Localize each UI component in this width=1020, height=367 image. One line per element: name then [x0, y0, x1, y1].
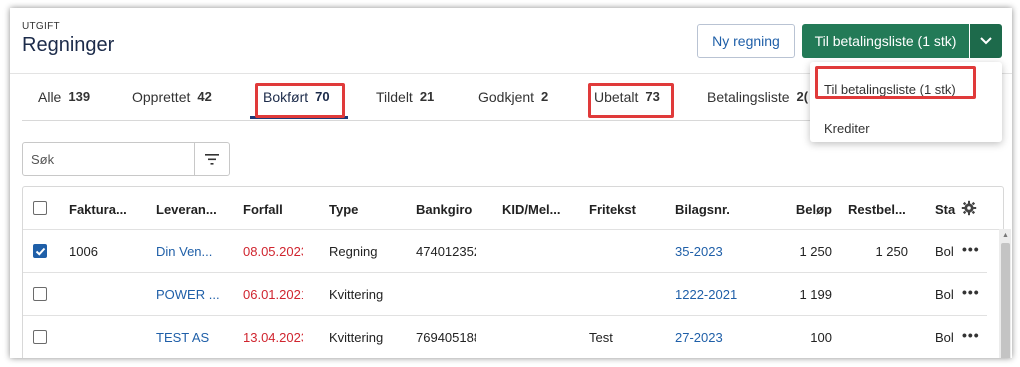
- column-header[interactable]: Restbel...: [848, 202, 918, 217]
- active-tab-indicator: [250, 116, 348, 119]
- cell-voucher-number[interactable]: 35-2023: [675, 244, 750, 259]
- tabs-divider: [22, 120, 810, 121]
- cell-supplier[interactable]: POWER ...: [156, 287, 231, 302]
- search-input[interactable]: Søk: [22, 142, 195, 176]
- column-header[interactable]: Faktura...: [69, 202, 139, 217]
- cell-due-date: 08.05.2023: [243, 244, 303, 259]
- column-header[interactable]: Sta: [935, 202, 957, 217]
- search-placeholder: Søk: [31, 151, 55, 167]
- tab-label: Tildelt: [376, 88, 413, 105]
- row-checkbox[interactable]: [33, 287, 47, 301]
- tab-count: 70: [315, 89, 330, 104]
- tab-bokfort[interactable]: Bokført 70: [263, 74, 330, 119]
- row-divider: [23, 315, 987, 316]
- tab-label: Opprettet: [132, 88, 191, 105]
- gear-icon[interactable]: [961, 200, 977, 216]
- checkmark-icon: [35, 247, 45, 256]
- column-header[interactable]: Bankgiro: [416, 202, 486, 217]
- tab-count: 21: [419, 89, 435, 104]
- cell-amount: 1 199: [799, 287, 832, 302]
- tab-godkjent[interactable]: Godkjent 2: [478, 74, 548, 119]
- cell-type: Regning: [329, 244, 378, 259]
- more-options-icon[interactable]: •••: [962, 284, 980, 300]
- row-checkbox[interactable]: [33, 244, 47, 258]
- cell-amount: 100: [810, 330, 832, 345]
- tab-label: Godkjent: [478, 88, 535, 105]
- more-options-icon[interactable]: •••: [962, 241, 980, 257]
- menu-item-credit[interactable]: Krediter: [824, 121, 870, 136]
- column-header[interactable]: KID/Mel...: [502, 202, 574, 217]
- column-header[interactable]: Fritekst: [589, 202, 659, 217]
- select-all-checkbox[interactable]: [33, 201, 47, 215]
- column-header[interactable]: Leveran...: [156, 202, 226, 217]
- page-eyebrow: UTGIFT: [22, 21, 60, 32]
- cell-supplier[interactable]: Din Ven...: [156, 244, 231, 259]
- cell-status: Bol: [935, 330, 954, 345]
- tab-label: Betalingsliste: [707, 88, 790, 105]
- column-header[interactable]: Forfall: [243, 202, 313, 217]
- cell-invoice-number: 1006: [69, 244, 98, 259]
- cell-amount: 1 250: [799, 244, 832, 259]
- row-divider: [23, 272, 987, 273]
- page-title: Regninger: [22, 34, 115, 56]
- cell-voucher-number[interactable]: 1222-2021: [675, 287, 750, 302]
- cell-type: Kvittering: [329, 330, 384, 345]
- column-header[interactable]: Type: [329, 202, 399, 217]
- column-header[interactable]: Bilagsnr.: [675, 202, 745, 217]
- scroll-up-icon[interactable]: ▲: [1002, 232, 1009, 239]
- tab-label: Bokført: [263, 88, 309, 105]
- payment-options-toggle[interactable]: [970, 24, 1002, 58]
- tab-betalingsliste[interactable]: Betalingsliste 2(: [707, 74, 808, 119]
- column-header[interactable]: Beløp: [762, 202, 832, 217]
- tab-count: 42: [197, 89, 212, 104]
- cell-due-date: 06.01.2021: [243, 287, 303, 302]
- menu-item-add-to-payment-list[interactable]: Til betalingsliste (1 stk): [824, 82, 956, 97]
- cell-free-text: Test: [589, 330, 613, 345]
- row-checkbox[interactable]: [33, 330, 47, 344]
- tab-opprettet[interactable]: Opprettet 42: [132, 74, 212, 119]
- cell-bankgiro: 474012352: [416, 244, 476, 259]
- cell-supplier[interactable]: TEST AS: [156, 330, 231, 345]
- row-divider: [23, 229, 1003, 230]
- tab-ubetalt[interactable]: Ubetalt 73: [594, 74, 660, 119]
- tab-count: 139: [68, 89, 91, 104]
- scrollbar-thumb[interactable]: [1001, 243, 1010, 358]
- cell-remaining: 1 250: [875, 244, 908, 259]
- invoice-table: Faktura... Leveran... Forfall Type Bankg…: [22, 186, 1011, 358]
- app-window: UTGIFT Regninger Ny regning Til betaling…: [10, 8, 1012, 358]
- tab-count: 2(: [796, 89, 809, 104]
- cell-bankgiro: 769405188: [416, 330, 476, 345]
- new-invoice-button[interactable]: Ny regning: [697, 24, 795, 58]
- cell-type: Kvittering: [329, 287, 384, 302]
- cell-status: Bol: [935, 244, 954, 259]
- tab-count: 2: [541, 89, 549, 104]
- payment-options-menu: Til betalingsliste (1 stk) Krediter: [810, 62, 1002, 142]
- tab-label: Ubetalt: [594, 88, 639, 105]
- tab-alle[interactable]: Alle 139: [38, 74, 90, 119]
- more-options-icon[interactable]: •••: [962, 327, 980, 343]
- cell-due-date: 13.04.2023: [243, 330, 303, 345]
- filter-icon: [205, 153, 219, 165]
- tab-tildelt[interactable]: Tildelt 21: [376, 74, 434, 119]
- filter-button[interactable]: [194, 142, 230, 176]
- cell-voucher-number[interactable]: 27-2023: [675, 330, 750, 345]
- add-to-payment-list-button[interactable]: Til betalingsliste (1 stk): [802, 24, 969, 58]
- tab-count: 73: [645, 89, 660, 104]
- tab-label: Alle: [38, 88, 62, 105]
- cell-status: Bol: [935, 287, 954, 302]
- chevron-down-icon: [980, 37, 992, 45]
